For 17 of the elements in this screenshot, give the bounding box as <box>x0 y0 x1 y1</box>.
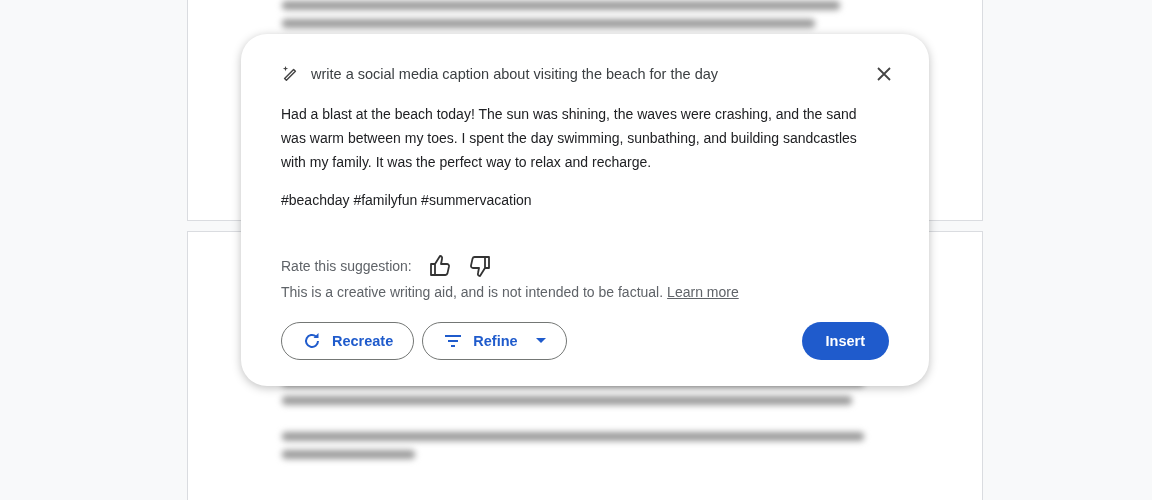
recreate-button[interactable]: Recreate <box>281 322 415 360</box>
suggestion-text: Had a blast at the beach today! The sun was shining, the waves were crashing, and the sand was warm between my toes. I spent the day swimming, sunbathing, and building sandcastles with my family. It was the perfect way to relax and recharge. <box>281 105 858 172</box>
caret-icon <box>535 338 546 344</box>
thumbs-down-icon <box>467 254 492 278</box>
thumbs-down-button[interactable] <box>467 254 492 278</box>
disclaimer-text: This is a creative writing aid, and is not intended to be factual. <box>281 284 664 300</box>
refresh-icon <box>302 331 322 351</box>
close-icon <box>877 67 891 81</box>
prompt-text: write a social media caption about visiting the beach for the day <box>311 66 720 82</box>
thumbs-up-button[interactable] <box>427 254 452 278</box>
suggestion-text: #beachday #familyfun #summervacation <box>281 191 533 210</box>
learn-more-link[interactable]: Learn more <box>667 284 739 300</box>
thumbs-up-icon <box>427 254 452 278</box>
magic-pen-icon <box>281 65 299 83</box>
refine-button[interactable]: Refine <box>422 322 567 360</box>
insert-button[interactable]: Insert <box>801 322 889 360</box>
rating-label: Rate this suggestion: <box>281 258 412 274</box>
